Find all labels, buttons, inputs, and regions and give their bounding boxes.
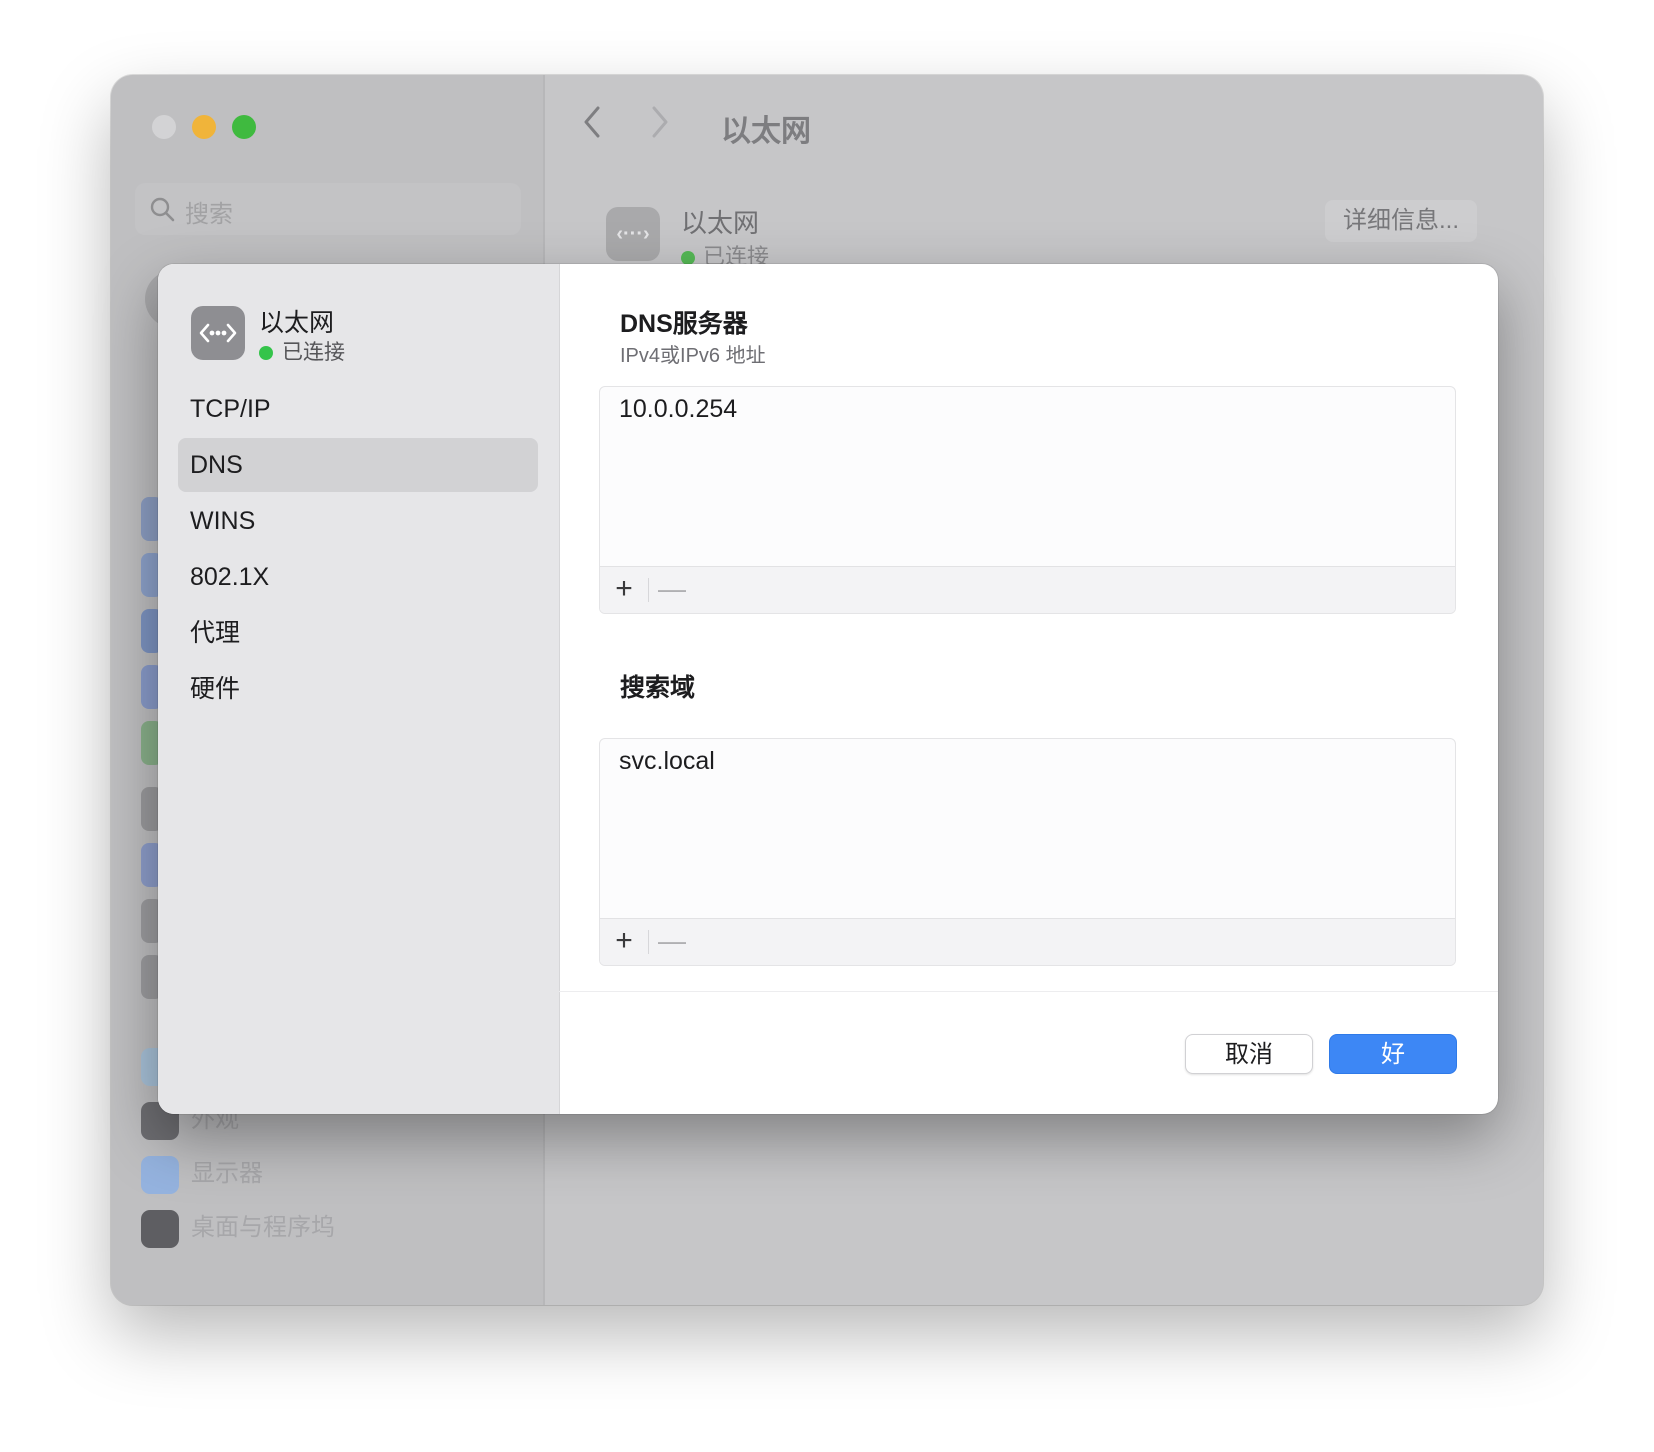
close-window-button[interactable] [152, 115, 176, 139]
sidebar-item-label: 桌面与程序坞 [191, 1214, 335, 1241]
search-domain-entry[interactable]: svc.local [619, 747, 715, 776]
nav-item-wins[interactable]: WINS [178, 494, 538, 548]
details-button[interactable]: 详细信息... [1325, 200, 1477, 242]
back-button[interactable] [581, 105, 603, 148]
add-search-domain-button[interactable]: + [610, 924, 638, 958]
search-domains-toolbar: + — [600, 918, 1455, 965]
dock-icon [141, 1209, 179, 1248]
toolbar-divider [648, 930, 649, 954]
toolbar-divider [648, 578, 649, 602]
search-domains-title: 搜索域 [620, 674, 696, 702]
sidebar-item-displays[interactable]: 显示器 [141, 1153, 263, 1194]
nav-item-proxy[interactable]: 代理 [178, 606, 538, 660]
window-title: 以太网 [721, 115, 811, 148]
chevron-right-icon [652, 106, 668, 138]
status-dot-icon [681, 251, 695, 265]
dns-servers-list[interactable]: 10.0.0.254 + — [599, 386, 1456, 614]
settings-category-list: TCP/IP DNS WINS 802.1X 代理 硬件 [178, 382, 538, 718]
footer-divider [559, 991, 1498, 992]
search-placeholder: 搜索 [185, 201, 233, 228]
dns-server-entry[interactable]: 10.0.0.254 [619, 395, 737, 424]
ethernet-icon [191, 306, 245, 360]
dns-servers-subtitle: IPv4或IPv6 地址 [620, 345, 766, 367]
network-details-sheet: 以太网 已连接 TCP/IP DNS WINS 802.1X 代理 硬件 DNS… [158, 264, 1498, 1114]
service-status: 已连接 [259, 336, 345, 366]
ethernet-icon: ‹···› [606, 207, 660, 261]
remove-search-domain-button[interactable]: — [658, 924, 686, 958]
status-dot-icon [259, 346, 273, 360]
chevron-left-icon [584, 106, 600, 138]
add-dns-server-button[interactable]: + [610, 572, 638, 606]
nav-item-tcpip[interactable]: TCP/IP [178, 382, 538, 436]
search-domains-list[interactable]: svc.local + — [599, 738, 1456, 966]
zoom-window-button[interactable] [232, 115, 256, 139]
cancel-button[interactable]: 取消 [1185, 1034, 1313, 1074]
minimize-window-button[interactable] [192, 115, 216, 139]
dns-servers-title: DNS服务器 [620, 310, 748, 338]
sheet-sidebar: 以太网 已连接 TCP/IP DNS WINS 802.1X 代理 硬件 [158, 264, 560, 1114]
service-name: 以太网 [259, 309, 335, 337]
sidebar-search-field[interactable]: 搜索 [135, 183, 521, 235]
dns-servers-toolbar: + — [600, 566, 1455, 613]
sidebar-item-desktop-dock[interactable]: 桌面与程序坞 [141, 1207, 335, 1248]
nav-item-8021x[interactable]: 802.1X [178, 550, 538, 604]
dns-settings-panel: DNS服务器 IPv4或IPv6 地址 10.0.0.254 + — 搜索域 s… [559, 264, 1498, 1114]
nav-item-dns[interactable]: DNS [178, 438, 538, 492]
search-icon [150, 197, 175, 222]
ethernet-service-name: 以太网 [681, 208, 760, 238]
forward-button[interactable] [649, 105, 671, 148]
sidebar-item-label: 显示器 [191, 1160, 263, 1187]
status-text: 已连接 [282, 341, 345, 364]
remove-dns-server-button[interactable]: — [658, 572, 686, 606]
nav-item-hardware[interactable]: 硬件 [178, 662, 538, 716]
ok-button[interactable]: 好 [1329, 1034, 1457, 1074]
display-icon [141, 1155, 179, 1194]
